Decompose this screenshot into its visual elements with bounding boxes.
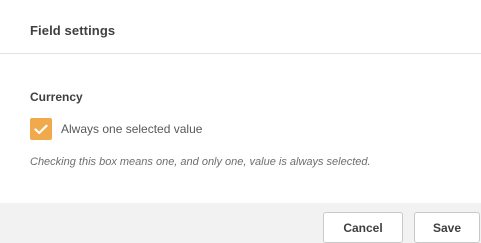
currency-section-label: Currency [30,90,83,104]
always-one-selected-checkbox[interactable] [30,118,52,140]
always-one-selected-checkbox-row[interactable]: Always one selected value [30,118,202,140]
field-settings-dialog: Field settings Currency Always one selec… [0,0,481,243]
dialog-footer [0,203,481,243]
cancel-button[interactable]: Cancel [323,212,403,243]
checkbox-label: Always one selected value [61,122,203,136]
checkmark-icon [34,124,48,134]
help-text: Checking this box means one, and only on… [30,156,371,168]
dialog-header: Field settings [0,0,481,54]
dialog-title: Field settings [30,23,116,38]
save-button[interactable]: Save [414,212,480,243]
